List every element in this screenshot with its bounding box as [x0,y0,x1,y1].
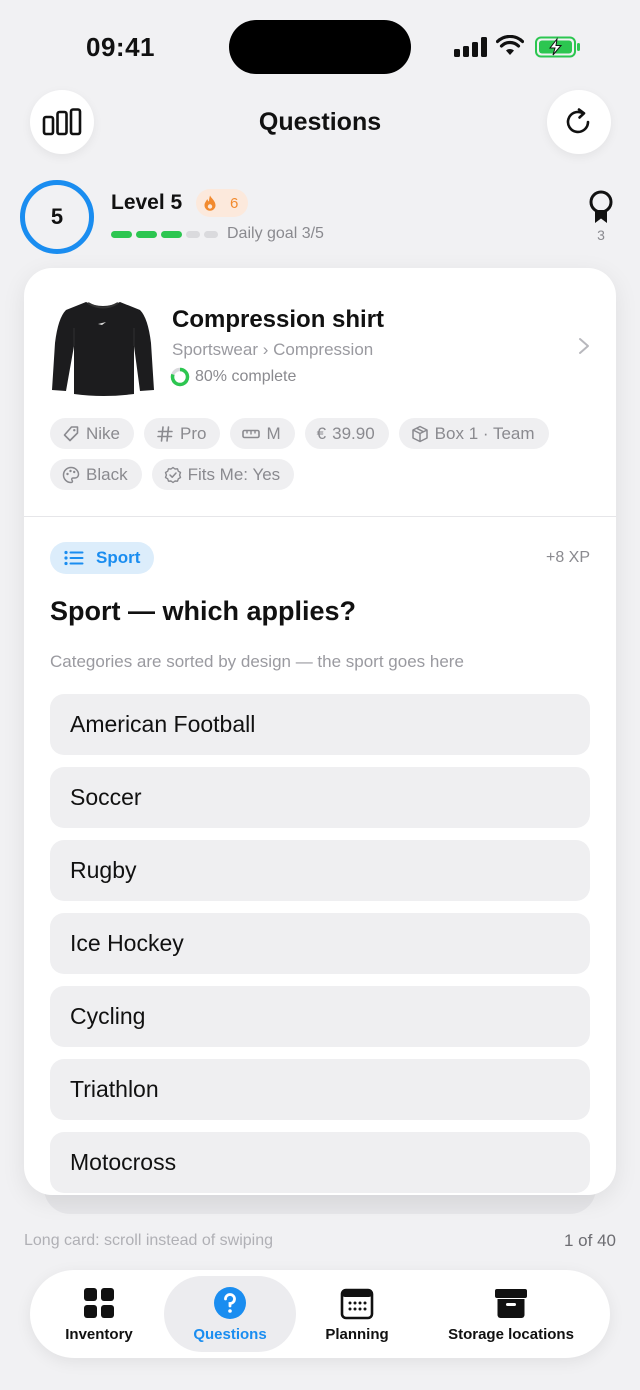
question-circle-icon [214,1286,246,1319]
chip-label: Nike [86,423,121,443]
product-image[interactable] [48,298,158,398]
dynamic-island [229,20,411,74]
tab-label: Questions [193,1325,267,1343]
status-bar: 09:41 [0,0,640,90]
daily-goal-segment [204,231,218,238]
tab-inventory[interactable]: Inventory [40,1270,158,1358]
ribbon-award-icon[interactable] [587,190,615,226]
chip-label: Box 1 · Team [434,423,535,443]
hash-icon [157,425,173,442]
attribute-chip-fit[interactable]: Fits Me: Yes [151,459,295,490]
check-badge-icon [164,466,181,483]
wifi-icon [496,35,524,55]
completion-text: 80% complete [195,368,297,385]
level-progress-ring: 5 [20,180,94,254]
refresh-button[interactable] [547,90,611,154]
daily-goal-segment [186,231,200,238]
card-divider [24,516,616,517]
tab-label: Inventory [65,1325,133,1343]
chip-label: M [266,423,281,443]
card-counter: 1 of 40 [564,1231,616,1250]
product-category-path: Sportswear › Compression [172,340,374,359]
daily-goal-progress [111,231,218,238]
xp-reward: +8 XP [545,549,590,566]
answer-option[interactable]: Ice Hockey [50,913,590,974]
chevron-right-icon[interactable] [577,336,591,356]
answer-option[interactable]: Soccer [50,767,590,828]
attribute-chip-location[interactable]: Box 1 · Team [398,418,549,449]
tab-bar: Inventory Questions Planning Storage loc… [30,1270,610,1358]
streak-count: 6 [230,194,239,212]
answer-option[interactable]: Motocross [50,1132,590,1193]
page-title: Questions [258,108,382,136]
tag-icon [63,425,79,441]
tab-storage-locations[interactable]: Storage locations [430,1270,592,1358]
product-attributes: Nike Pro M € 39.90 Box 1 · Team Black Fi… [50,418,590,490]
tab-questions[interactable]: Questions [164,1276,296,1352]
daily-goal-text: Daily goal 3/5 [227,225,324,242]
attribute-chip-color[interactable]: Black [50,459,142,490]
product-name: Compression shirt [172,306,385,333]
answer-option[interactable]: American Football [50,694,590,755]
question-card[interactable]: Compression shirt Sportswear › Compressi… [24,268,616,1195]
scroll-hint: Long card: scroll instead of swiping [24,1232,274,1249]
attribute-chip-price[interactable]: € 39.90 [304,418,389,449]
status-time: 09:41 [86,32,155,62]
answer-option[interactable]: Rugby [50,840,590,901]
daily-goal-segment [111,231,132,238]
daily-goal-segment [161,231,182,238]
palette-icon [62,466,80,483]
archive-box-icon [495,1288,527,1318]
grid-icon [84,1287,114,1318]
calendar-icon [340,1288,374,1319]
question-title: Sport — which applies? [50,596,357,626]
box-icon [411,425,428,442]
attribute-chip-brand[interactable]: Nike [50,418,135,449]
chip-label: Fits Me: Yes [187,464,281,484]
chip-label: Pro [180,423,207,443]
tab-label: Planning [325,1325,389,1343]
question-hint: Categories are sorted by design — the sp… [50,652,464,671]
attribute-chip-line[interactable]: Pro [144,418,221,449]
answer-option[interactable]: Triathlon [50,1059,590,1120]
badge-count: 3 [597,227,605,243]
flame-icon [204,195,216,211]
level-number: 5 [50,204,64,229]
question-category-pill: Sport [50,542,155,574]
refresh-icon [566,108,590,134]
streak-badge: 6 [196,189,249,217]
tab-planning[interactable]: Planning [302,1270,412,1358]
attribute-chip-size[interactable]: M [230,418,295,449]
euro-icon: € [316,423,327,443]
chip-label: 39.90 [332,423,375,443]
level-title: Level 5 [111,191,183,214]
ruler-icon [242,429,261,438]
category-label: Sport [96,548,141,567]
daily-goal-segment [136,231,157,238]
cellular-signal-icon [454,37,488,57]
list-icon [64,550,84,566]
chip-label: Black [86,464,128,484]
answer-options: American Football Soccer Rugby Ice Hockey Cy… [50,694,590,1195]
answer-option[interactable]: Cycling [50,986,590,1047]
battery-charging-icon [535,36,580,58]
tab-label: Storage locations [448,1325,574,1343]
completion-ring-icon [170,367,190,387]
